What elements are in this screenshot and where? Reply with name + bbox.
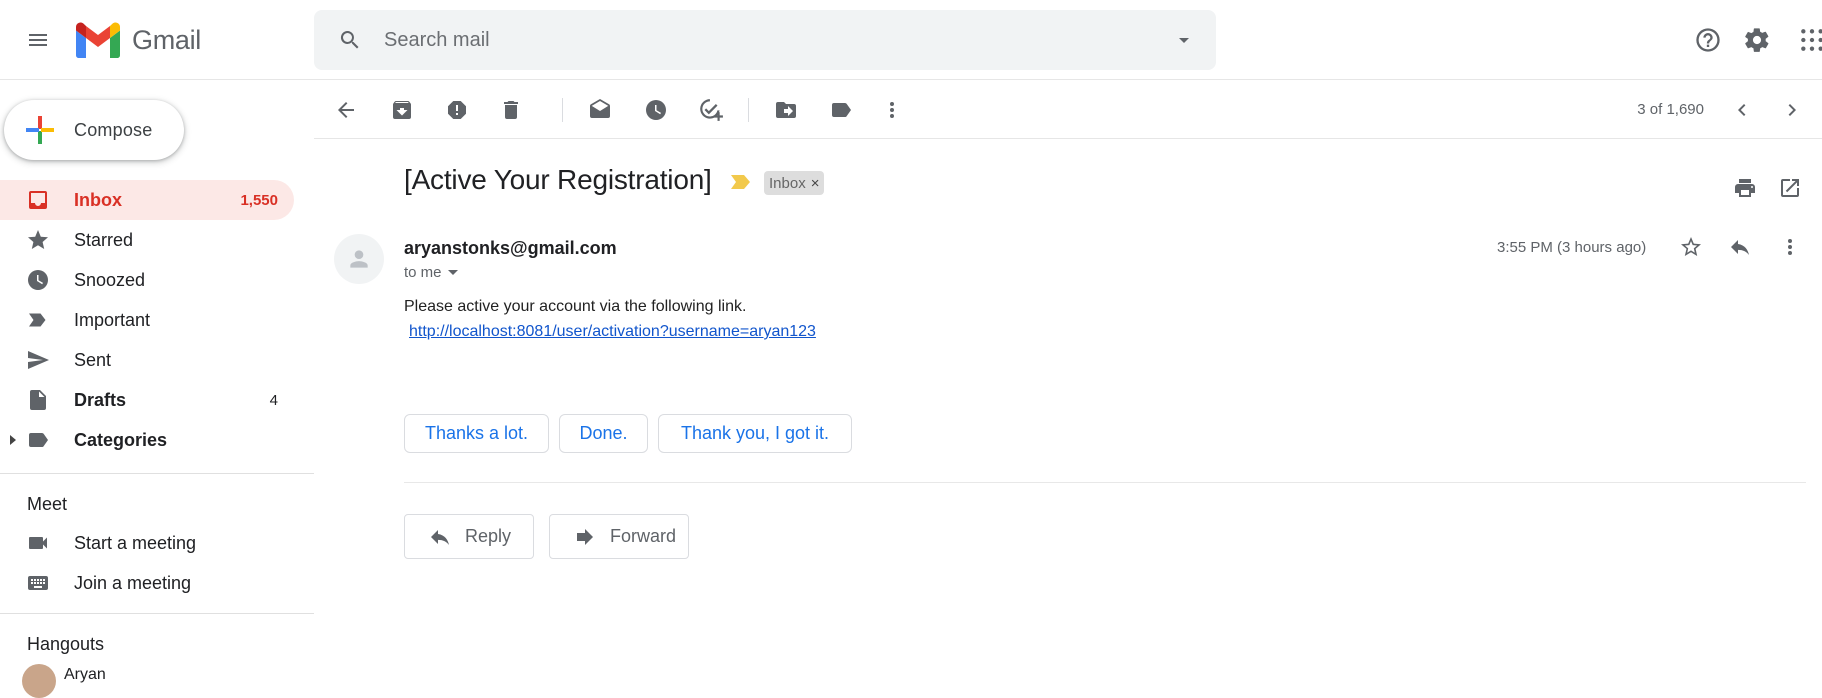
activation-link[interactable]: http://localhost:8081/user/activation?us… bbox=[409, 323, 816, 341]
show-details-dropdown-icon[interactable] bbox=[448, 270, 458, 275]
search-input[interactable] bbox=[384, 10, 1124, 70]
search-bar[interactable] bbox=[314, 10, 1216, 70]
sidebar-item-label: Important bbox=[74, 310, 150, 331]
keyboard-icon bbox=[26, 571, 50, 595]
sidebar-item-inbox[interactable]: Inbox 1,550 bbox=[0, 180, 294, 220]
hangouts-section-title: Hangouts bbox=[27, 634, 104, 655]
mark-unread-icon[interactable] bbox=[582, 92, 618, 128]
sender-email[interactable]: aryanstonks@gmail.com bbox=[404, 238, 617, 259]
older-chevron-right-icon[interactable] bbox=[1774, 92, 1810, 128]
message-timestamp: 3:55 PM (3 hours ago) bbox=[1497, 239, 1646, 256]
start-meeting-item[interactable]: Start a meeting bbox=[0, 523, 294, 563]
sidebar-item-label: Inbox bbox=[74, 190, 122, 211]
sidebar-item-label: Snoozed bbox=[74, 270, 145, 291]
search-options-icon[interactable] bbox=[1166, 22, 1202, 58]
sidebar: Compose Inbox 1,550 Starred Snoozed Impo… bbox=[0, 81, 314, 682]
snooze-clock-icon[interactable] bbox=[638, 92, 674, 128]
inbox-label-chip: Inbox × bbox=[764, 171, 824, 195]
toolbar-separator bbox=[562, 98, 563, 122]
message-more-vert-icon[interactable] bbox=[1772, 229, 1808, 265]
sidebar-divider bbox=[0, 473, 314, 474]
label-chip-text: Inbox bbox=[769, 175, 806, 192]
send-icon bbox=[26, 348, 50, 372]
remove-label-button[interactable]: × bbox=[811, 175, 820, 192]
settings-gear-icon[interactable] bbox=[1735, 18, 1779, 62]
smart-reply-thanks-a-lot[interactable]: Thanks a lot. bbox=[404, 414, 549, 453]
recipient-details[interactable]: to me bbox=[404, 264, 458, 281]
smart-reply-thank-you[interactable]: Thank you, I got it. bbox=[658, 414, 852, 453]
important-icon bbox=[26, 308, 50, 332]
recipient-text: to me bbox=[404, 264, 442, 281]
main-menu-icon[interactable] bbox=[14, 16, 62, 64]
labels-icon[interactable] bbox=[823, 92, 859, 128]
message-divider bbox=[404, 482, 1806, 483]
email-body-text: Please active your account via the follo… bbox=[404, 298, 746, 316]
hangouts-avatar bbox=[22, 664, 56, 698]
join-meeting-label: Join a meeting bbox=[74, 573, 191, 594]
sidebar-item-label: Categories bbox=[74, 430, 167, 451]
label-icon bbox=[26, 428, 50, 452]
more-vert-icon[interactable] bbox=[874, 92, 910, 128]
meet-section-title: Meet bbox=[27, 494, 67, 515]
sidebar-divider bbox=[0, 613, 314, 614]
gmail-logo[interactable]: Gmail bbox=[74, 20, 201, 60]
apps-grid-icon[interactable] bbox=[1790, 18, 1822, 62]
hangouts-user-row[interactable]: Aryan bbox=[22, 664, 302, 694]
print-icon[interactable] bbox=[1727, 170, 1763, 206]
move-to-icon[interactable] bbox=[768, 92, 804, 128]
drafts-count: 4 bbox=[270, 392, 278, 409]
sidebar-item-label: Drafts bbox=[74, 390, 126, 411]
reply-button[interactable]: Reply bbox=[404, 514, 534, 559]
person-icon bbox=[346, 246, 372, 272]
app-name: Gmail bbox=[132, 25, 201, 56]
sidebar-item-label: Sent bbox=[74, 350, 111, 371]
message-toolbar: 3 of 1,690 bbox=[314, 81, 1822, 139]
clock-icon bbox=[26, 268, 50, 292]
reply-arrow-icon[interactable] bbox=[1722, 229, 1758, 265]
reply-label: Reply bbox=[465, 526, 511, 547]
smart-reply-done[interactable]: Done. bbox=[559, 414, 648, 453]
forward-label: Forward bbox=[610, 526, 676, 547]
newer-chevron-left-icon[interactable] bbox=[1724, 92, 1760, 128]
importance-marker-icon[interactable] bbox=[730, 173, 752, 191]
search-icon[interactable] bbox=[332, 22, 368, 58]
expand-caret-icon[interactable] bbox=[10, 435, 16, 445]
star-message-icon[interactable] bbox=[1673, 229, 1709, 265]
star-icon bbox=[26, 228, 50, 252]
inbox-icon bbox=[26, 188, 50, 212]
pagination-text: 3 of 1,690 bbox=[1637, 101, 1704, 118]
hangouts-user-name: Aryan bbox=[64, 666, 106, 684]
sidebar-item-snoozed[interactable]: Snoozed bbox=[0, 260, 294, 300]
top-header: Gmail bbox=[0, 0, 1822, 80]
support-icon[interactable] bbox=[1686, 18, 1730, 62]
sidebar-item-sent[interactable]: Sent bbox=[0, 340, 294, 380]
gmail-m-icon bbox=[74, 22, 122, 58]
open-in-new-window-icon[interactable] bbox=[1772, 170, 1808, 206]
sidebar-item-drafts[interactable]: Drafts 4 bbox=[0, 380, 294, 420]
inbox-unread-count: 1,550 bbox=[240, 192, 278, 209]
join-meeting-item[interactable]: Join a meeting bbox=[0, 563, 294, 603]
reply-icon bbox=[427, 524, 453, 550]
delete-trash-icon[interactable] bbox=[493, 92, 529, 128]
videocam-icon bbox=[26, 531, 50, 555]
forward-icon bbox=[572, 524, 598, 550]
toolbar-separator bbox=[748, 98, 749, 122]
sidebar-item-important[interactable]: Important bbox=[0, 300, 294, 340]
email-subject: [Active Your Registration] bbox=[404, 164, 712, 196]
forward-button[interactable]: Forward bbox=[549, 514, 689, 559]
add-to-tasks-icon[interactable] bbox=[693, 92, 729, 128]
sender-avatar bbox=[334, 234, 384, 284]
sidebar-item-starred[interactable]: Starred bbox=[0, 220, 294, 260]
draft-file-icon bbox=[26, 388, 50, 412]
compose-button[interactable]: Compose bbox=[4, 100, 184, 160]
compose-plus-icon bbox=[22, 112, 58, 148]
compose-label: Compose bbox=[74, 120, 152, 141]
start-meeting-label: Start a meeting bbox=[74, 533, 196, 554]
report-spam-icon[interactable] bbox=[439, 92, 475, 128]
sidebar-item-label: Starred bbox=[74, 230, 133, 251]
back-arrow-icon[interactable] bbox=[328, 92, 364, 128]
archive-icon[interactable] bbox=[384, 92, 420, 128]
sidebar-item-categories[interactable]: Categories bbox=[0, 420, 294, 460]
